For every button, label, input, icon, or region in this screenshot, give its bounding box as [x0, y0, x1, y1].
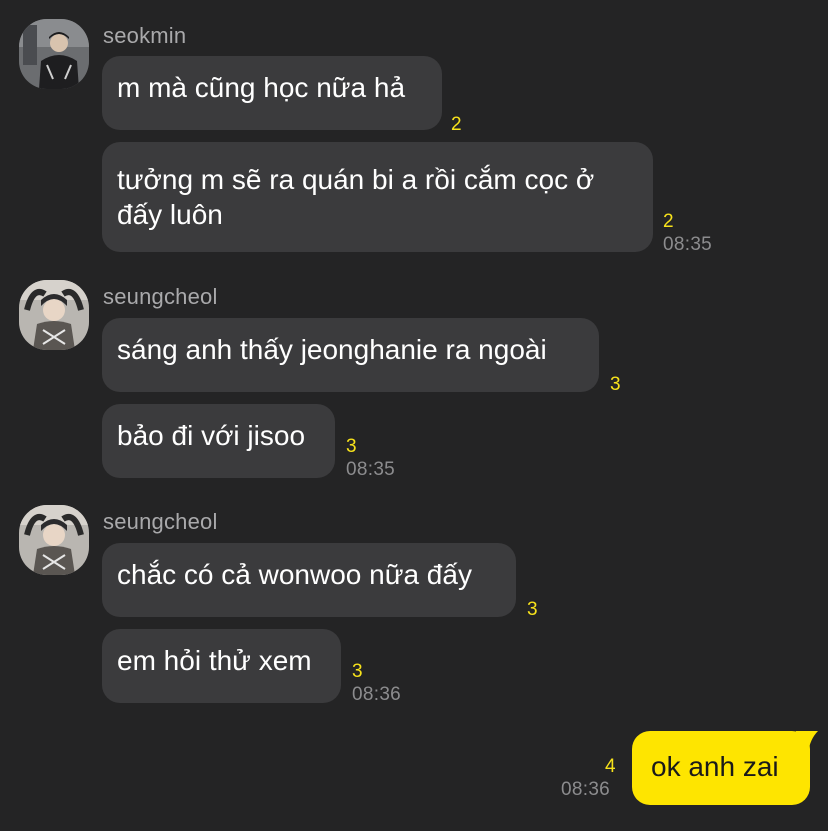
avatar-seokmin[interactable]: [19, 19, 89, 89]
avatar-seungcheol[interactable]: [19, 280, 89, 350]
message-bubble[interactable]: m mà cũng học nữa hả: [102, 56, 442, 130]
message-time: 08:36: [352, 684, 402, 705]
unread-count: 3: [352, 661, 363, 682]
message-text: chắc có cả wonwoo nữa đấy: [117, 559, 472, 590]
message-time: 08:36: [561, 779, 611, 800]
message-bubble[interactable]: bảo đi với jisoo: [102, 404, 335, 478]
unread-count: 2: [663, 211, 674, 232]
message-text: bảo đi với jisoo: [117, 420, 306, 451]
message-text: em hỏi thử xem: [117, 645, 312, 676]
message-text: tưởng m sẽ ra quán bi a rồi cắm cọc ở đấ…: [117, 164, 595, 230]
sender-name: seungcheol: [103, 284, 218, 309]
message-time: 08:35: [346, 459, 396, 480]
unread-count: 2: [451, 114, 462, 135]
message-bubble[interactable]: sáng anh thấy jeonghanie ra ngoài: [102, 318, 599, 392]
message-text: ok anh zai: [651, 751, 779, 782]
my-message-bubble[interactable]: ok anh zai: [632, 731, 810, 805]
message-text: m mà cũng học nữa hả: [117, 72, 406, 103]
unread-count: 3: [527, 599, 538, 620]
message-bubble[interactable]: em hỏi thử xem: [102, 629, 341, 703]
message-text: sáng anh thấy jeonghanie ra ngoài: [117, 334, 547, 365]
message-bubble[interactable]: tưởng m sẽ ra quán bi a rồi cắm cọc ở đấ…: [102, 142, 653, 252]
message-time: 08:35: [663, 234, 713, 255]
unread-count: 3: [346, 436, 357, 457]
message-bubble[interactable]: chắc có cả wonwoo nữa đấy: [102, 543, 516, 617]
sender-name: seokmin: [103, 23, 187, 48]
unread-count: 4: [605, 756, 616, 777]
unread-count: 3: [610, 374, 621, 395]
avatar-seungcheol[interactable]: [19, 505, 89, 575]
sender-name: seungcheol: [103, 509, 218, 534]
